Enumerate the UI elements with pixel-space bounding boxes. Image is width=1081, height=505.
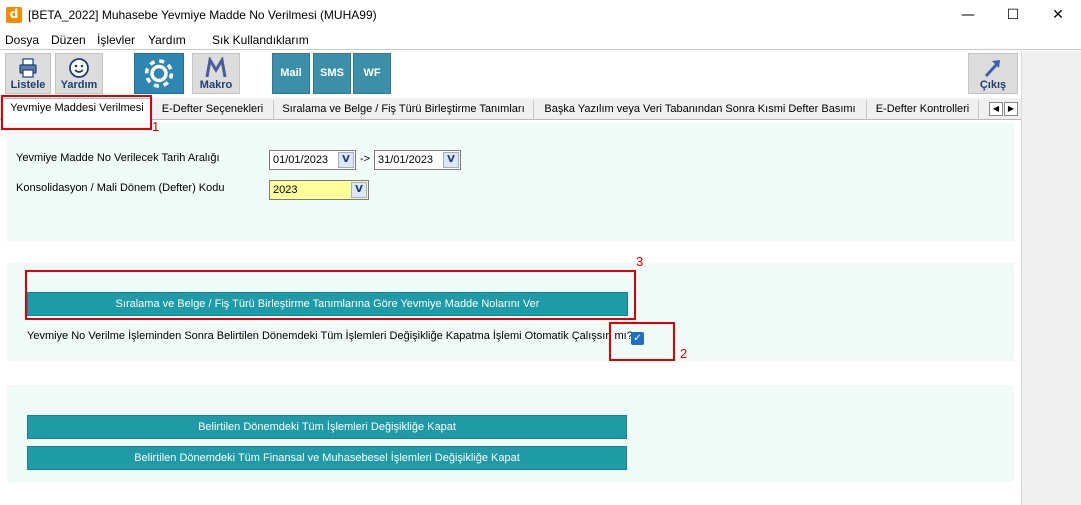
menu-islevler[interactable]: İşlevler [97,33,135,47]
annotation-box-2 [609,322,675,361]
annotation-box-3 [25,270,636,320]
makro-button[interactable]: Makro [192,53,240,94]
menu-sik-kullandiklarim[interactable]: Sık Kullandıklarım [212,33,309,47]
smiley-icon [69,58,89,78]
period-combo[interactable]: 2023 V [269,180,369,200]
title-bar: d [BETA_2022] Muhasebe Yevmiye Madde No … [0,0,1081,30]
exit-arrow-icon [984,60,1000,78]
toolbar: Listele Yardım Makro Mail SMS WF Çıkış [0,51,1021,96]
menu-duzen[interactable]: Düzen [51,33,86,47]
listele-button[interactable]: Listele [5,53,51,94]
date-from-combo[interactable]: 01/01/2023 V [269,150,356,170]
menu-yardim[interactable]: Yardım [148,33,186,47]
sms-button[interactable]: SMS [313,53,351,94]
tab-siralama-birlestirme[interactable]: Sıralama ve Belge / Fiş Türü Birleştirme… [274,100,534,120]
date-separator: -> [360,153,371,165]
maximize-button[interactable]: ☐ [990,0,1036,30]
listele-label: Listele [10,79,46,91]
printer-icon [19,58,37,78]
menu-bar: Dosya Düzen İşlevler Yardım Sık Kullandı… [0,30,1081,50]
tab-e-defter-kontrolleri[interactable]: E-Defter Kontrolleri [867,100,979,120]
settings-button[interactable] [134,53,184,94]
chevron-down-icon[interactable]: V [351,182,367,198]
close-financial-transactions-button[interactable]: Belirtilen Dönemdeki Tüm Finansal ve Muh… [27,446,627,470]
annotation-label-2: 2 [680,346,688,361]
wf-button[interactable]: WF [353,53,391,94]
right-sidebar-strip [1021,51,1081,505]
tab-bar: Yevmiye Maddesi Verilmesi E-Defter Seçen… [0,98,1021,121]
period-label: Konsolidasyon / Mali Dönem (Defter) Kodu [16,182,225,194]
yardim-button[interactable]: Yardım [55,53,103,94]
tab-scroll-right-icon[interactable]: ▶ [1004,102,1018,116]
tab-e-defter-secenekleri[interactable]: E-Defter Seçenekleri [152,100,274,120]
date-range-label: Yevmiye Madde No Verilecek Tarih Aralığı [16,152,220,164]
chevron-down-icon[interactable]: V [443,152,459,168]
menu-dosya[interactable]: Dosya [5,33,39,47]
minimize-button[interactable]: — [945,0,991,30]
date-to-value: 31/01/2023 [378,154,434,166]
cikis-button[interactable]: Çıkış [968,53,1018,94]
window-title: [BETA_2022] Muhasebe Yevmiye Madde No Ve… [28,8,377,22]
auto-close-question: Yevmiye No Verilme İşleminden Sonra Beli… [27,330,633,342]
tab-scroll-left-icon[interactable]: ◀ [989,102,1003,116]
tab-kismi-defter-basimi[interactable]: Başka Yazılım veya Veri Tabanından Sonra… [534,100,867,120]
yardim-label: Yardım [60,79,98,91]
macro-m-icon [205,57,227,78]
makro-label: Makro [199,79,233,91]
cikis-label: Çıkış [979,79,1007,91]
period-value: 2023 [273,184,298,196]
annotation-label-1: 1 [152,119,160,134]
date-to-combo[interactable]: 31/01/2023 V [374,150,461,170]
annotation-label-3: 3 [636,254,644,269]
chevron-down-icon[interactable]: V [338,152,354,168]
mail-button[interactable]: Mail [272,53,310,94]
app-icon: d [6,7,22,23]
gear-icon [144,59,174,88]
annotation-box-1 [1,95,152,130]
close-window-button[interactable]: ✕ [1035,0,1081,30]
date-from-value: 01/01/2023 [273,154,329,166]
close-all-transactions-button[interactable]: Belirtilen Dönemdeki Tüm İşlemleri Değiş… [27,415,627,439]
